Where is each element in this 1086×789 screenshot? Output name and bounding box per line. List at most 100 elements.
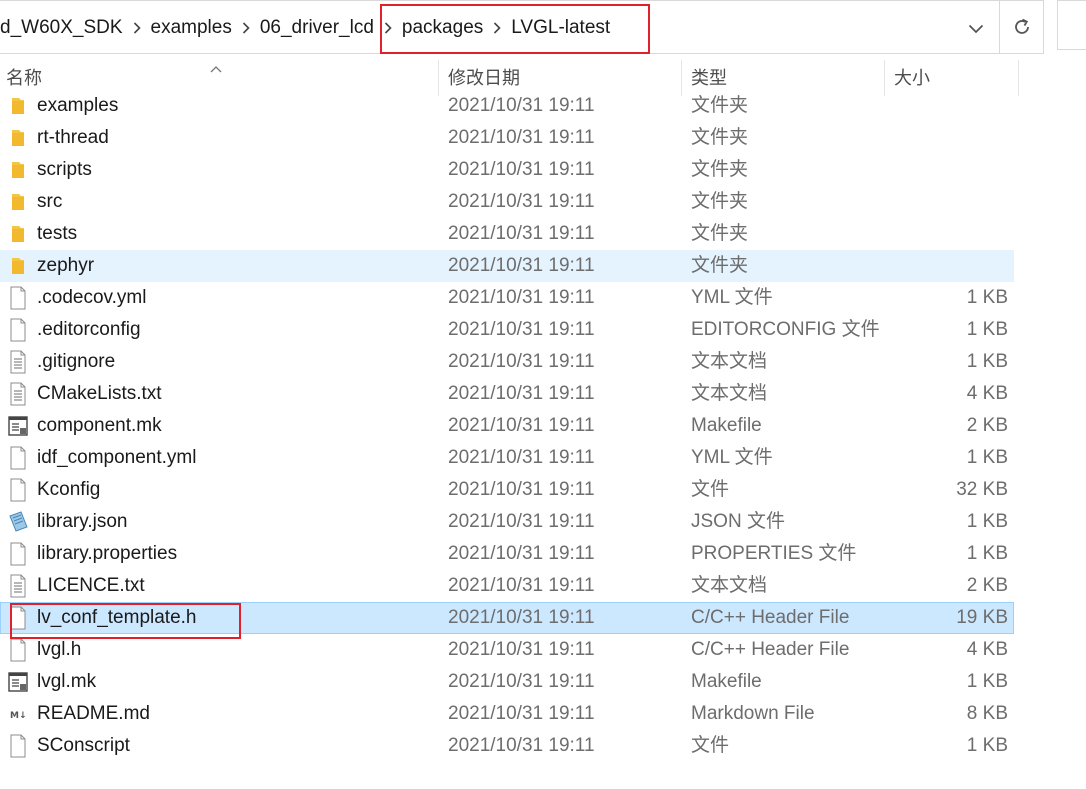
file-size bbox=[900, 122, 1008, 154]
file-name: .codecov.yml bbox=[37, 287, 147, 308]
file-type: 文本文档 bbox=[691, 351, 768, 372]
address-history-dropdown[interactable] bbox=[958, 11, 994, 47]
file-size: 4 KB bbox=[966, 639, 1008, 660]
file-type: YML 文件 bbox=[691, 287, 773, 308]
file-row[interactable]: src 2021/10/31 19:11 文件夹 bbox=[0, 186, 1014, 218]
file-name: SConscript bbox=[37, 735, 130, 756]
file-icon bbox=[7, 282, 29, 314]
file-size: 32 KB bbox=[956, 479, 1008, 500]
file-date-modified: 2021/10/31 19:11 bbox=[448, 191, 595, 212]
file-row[interactable]: examples 2021/10/31 19:11 文件夹 bbox=[0, 90, 1014, 122]
folder-icon bbox=[7, 90, 29, 122]
file-size: 1 KB bbox=[966, 543, 1008, 564]
file-highlight-annotation bbox=[10, 603, 241, 639]
file-type: 文件夹 bbox=[691, 191, 749, 212]
file-row[interactable]: Kconfig 2021/10/31 19:11 文件 32 KB bbox=[0, 474, 1014, 506]
file-date-modified: 2021/10/31 19:11 bbox=[448, 223, 595, 244]
chevron-right-icon[interactable] bbox=[130, 22, 144, 34]
file-row[interactable]: idf_component.yml 2021/10/31 19:11 YML 文件 1… bbox=[0, 442, 1014, 474]
file-row[interactable]: lvgl.mk 2021/10/31 19:11 Makefile 1 KB bbox=[0, 666, 1014, 698]
file-name: scripts bbox=[37, 159, 92, 180]
file-type: Makefile bbox=[691, 415, 762, 436]
folder-icon bbox=[7, 186, 29, 218]
file-row[interactable]: rt-thread 2021/10/31 19:11 文件夹 bbox=[0, 122, 1014, 154]
file-type: 文件夹 bbox=[691, 159, 749, 180]
file-size: 1 KB bbox=[966, 735, 1008, 756]
search-box[interactable] bbox=[1057, 0, 1086, 50]
file-date-modified: 2021/10/31 19:11 bbox=[448, 159, 595, 180]
file-date-modified: 2021/10/31 19:11 bbox=[448, 735, 595, 756]
file-type: C/C++ Header File bbox=[691, 607, 850, 628]
file-row[interactable]: .editorconfig 2021/10/31 19:11 EDITORCONFI… bbox=[0, 314, 1014, 346]
file-size bbox=[900, 250, 1008, 282]
svg-text:M↓: M↓ bbox=[10, 711, 27, 721]
file-name: component.mk bbox=[37, 415, 162, 436]
file-icon bbox=[7, 474, 29, 506]
file-date-modified: 2021/10/31 19:11 bbox=[448, 575, 595, 596]
file-type: 文件夹 bbox=[691, 95, 749, 116]
file-type: 文件夹 bbox=[691, 223, 749, 244]
file-name: src bbox=[37, 191, 63, 212]
file-row[interactable]: component.mk 2021/10/31 19:11 Makefile 2 KB bbox=[0, 410, 1014, 442]
file-icon bbox=[7, 538, 29, 570]
file-type: PROPERTIES 文件 bbox=[691, 543, 857, 564]
breadcrumb-highlight-annotation bbox=[380, 4, 650, 54]
file-size bbox=[900, 90, 1008, 122]
markdown-file-icon: M↓ bbox=[7, 698, 29, 730]
file-row[interactable]: .gitignore 2021/10/31 19:11 文本文档 1 KB bbox=[0, 346, 1014, 378]
breadcrumb-item-sdk[interactable]: d_W60X_SDK bbox=[0, 17, 130, 39]
file-type: 文件夹 bbox=[691, 127, 749, 148]
file-date-modified: 2021/10/31 19:11 bbox=[448, 127, 595, 148]
column-divider[interactable] bbox=[1018, 60, 1019, 96]
sort-ascending-icon bbox=[210, 57, 222, 78]
file-date-modified: 2021/10/31 19:11 bbox=[448, 319, 595, 340]
file-name: .editorconfig bbox=[37, 319, 141, 340]
file-type: 文件 bbox=[691, 479, 730, 500]
file-row[interactable]: scripts 2021/10/31 19:11 文件夹 bbox=[0, 154, 1014, 186]
file-row[interactable]: M↓ README.md 2021/10/31 19:11 Markdown File… bbox=[0, 698, 1014, 730]
file-type: Makefile bbox=[691, 671, 762, 692]
file-name: lvgl.mk bbox=[37, 671, 97, 692]
file-size bbox=[900, 154, 1008, 186]
text-file-icon bbox=[7, 570, 29, 602]
file-date-modified: 2021/10/31 19:11 bbox=[448, 415, 595, 436]
refresh-button[interactable] bbox=[1000, 0, 1044, 54]
file-row[interactable]: LICENCE.txt 2021/10/31 19:11 文本文档 2 KB bbox=[0, 570, 1014, 602]
breadcrumb-item-examples[interactable]: examples bbox=[144, 17, 239, 39]
file-type: 文件 bbox=[691, 735, 730, 756]
file-size: 1 KB bbox=[966, 351, 1008, 372]
file-size bbox=[900, 186, 1008, 218]
file-type: 文本文档 bbox=[691, 575, 768, 596]
file-row[interactable]: .codecov.yml 2021/10/31 19:11 YML 文件 1 KB bbox=[0, 282, 1014, 314]
file-type: Markdown File bbox=[691, 703, 815, 724]
file-row[interactable]: zephyr 2021/10/31 19:11 文件夹 bbox=[0, 250, 1014, 282]
file-date-modified: 2021/10/31 19:11 bbox=[448, 287, 595, 308]
file-date-modified: 2021/10/31 19:11 bbox=[448, 447, 595, 468]
file-row[interactable]: library.json 2021/10/31 19:11 JSON 文件 1 KB bbox=[0, 506, 1014, 538]
file-row[interactable]: SConscript 2021/10/31 19:11 文件 1 KB bbox=[0, 730, 1014, 762]
file-name: zephyr bbox=[37, 255, 95, 276]
file-date-modified: 2021/10/31 19:11 bbox=[448, 639, 595, 660]
chevron-down-icon bbox=[968, 24, 984, 34]
file-row[interactable]: library.properties 2021/10/31 19:11 PROPER… bbox=[0, 538, 1014, 570]
file-icon bbox=[7, 442, 29, 474]
file-size: 1 KB bbox=[966, 671, 1008, 692]
file-size: 2 KB bbox=[966, 415, 1008, 436]
file-name: library.properties bbox=[37, 543, 178, 564]
file-date-modified: 2021/10/31 19:11 bbox=[448, 671, 595, 692]
file-row[interactable]: CMakeLists.txt 2021/10/31 19:11 文本文档 4 KB bbox=[0, 378, 1014, 410]
file-type: YML 文件 bbox=[691, 447, 773, 468]
file-date-modified: 2021/10/31 19:11 bbox=[448, 479, 595, 500]
file-date-modified: 2021/10/31 19:11 bbox=[448, 383, 595, 404]
file-date-modified: 2021/10/31 19:11 bbox=[448, 351, 595, 372]
file-size: 4 KB bbox=[966, 383, 1008, 404]
file-name: rt-thread bbox=[37, 127, 109, 148]
json-file-icon bbox=[7, 506, 29, 538]
breadcrumb-item-driver-lcd[interactable]: 06_driver_lcd bbox=[253, 17, 381, 39]
file-row[interactable]: tests 2021/10/31 19:11 文件夹 bbox=[0, 218, 1014, 250]
file-size: 19 KB bbox=[956, 607, 1008, 628]
file-date-modified: 2021/10/31 19:11 bbox=[448, 543, 595, 564]
chevron-right-icon[interactable] bbox=[239, 22, 253, 34]
file-icon bbox=[7, 314, 29, 346]
file-name: examples bbox=[37, 95, 119, 116]
